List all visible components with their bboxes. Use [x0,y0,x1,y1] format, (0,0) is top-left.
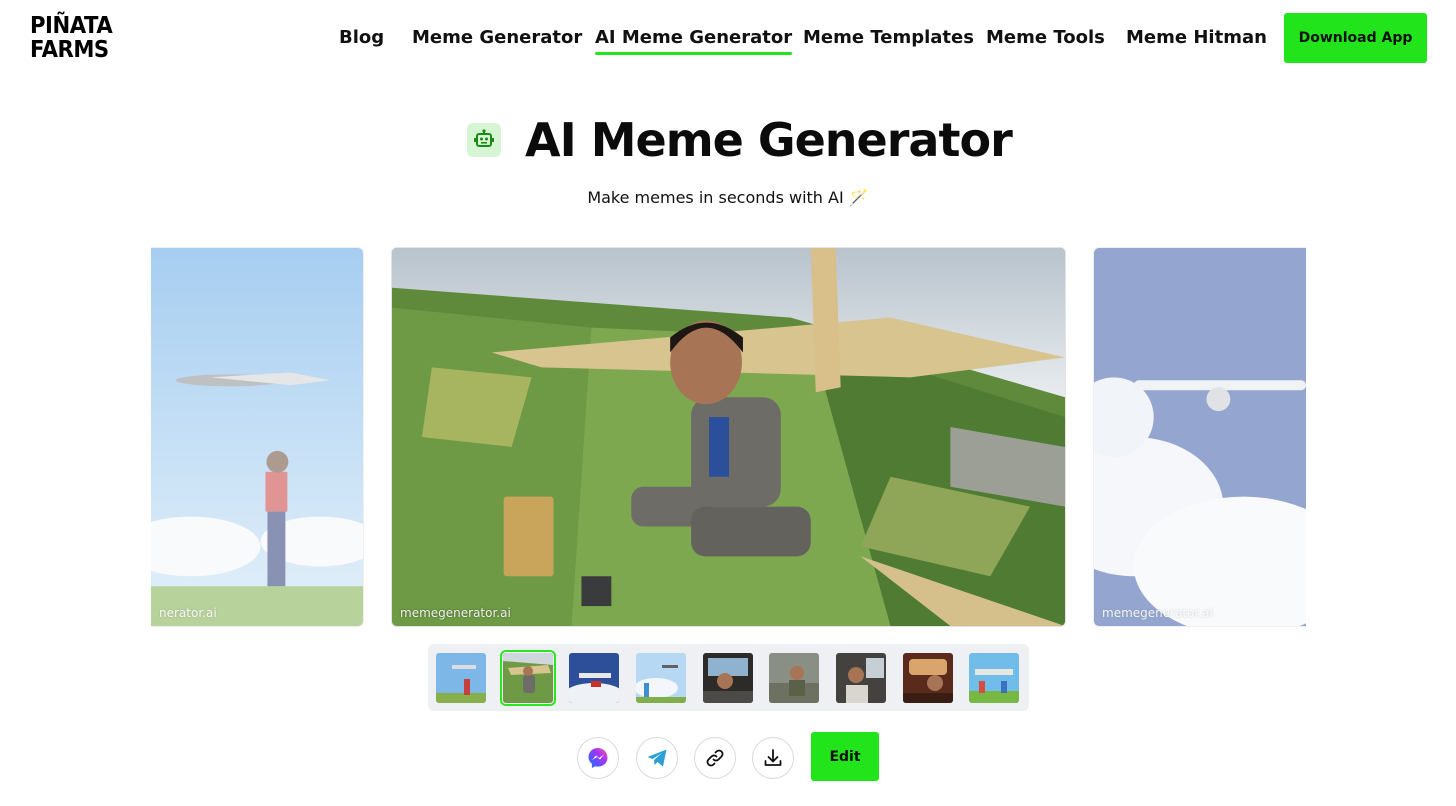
logo-line-1: PIÑATA [30,13,113,39]
nav-item-ai-meme-generator[interactable]: AI Meme Generator [595,26,793,55]
thumbnail-8[interactable] [903,653,953,703]
edit-button[interactable]: Edit [811,732,879,781]
messenger-icon [588,748,608,768]
watermark: nerator.ai [159,606,217,620]
robot-icon [467,123,501,157]
nav-item-meme-hitman[interactable]: Meme Hitman [1126,26,1267,50]
thumbnail-9[interactable] [969,653,1019,703]
carousel-slide-next[interactable]: memegenerator.ai [1093,247,1306,627]
meme-image [392,248,1065,626]
pinata-farms-logo[interactable]: PIÑATA FARMS [30,14,113,62]
download-icon [764,749,782,766]
site-header: PIÑATA FARMS Blog Meme Generator AI Meme… [0,0,1456,80]
logo-line-2: FARMS [30,37,109,63]
download-meme-button[interactable] [752,737,794,779]
thumbnail-1[interactable] [436,653,486,703]
thumbnail-5[interactable] [703,653,753,703]
page-title: AI Meme Generator [525,113,1013,167]
nav-item-meme-generator[interactable]: Meme Generator [412,26,582,50]
download-app-button[interactable]: Download App [1284,13,1427,63]
thumbnail-4[interactable] [636,653,686,703]
thumbnail-strip [428,644,1029,711]
telegram-icon [647,749,667,767]
copy-link-button[interactable] [694,737,736,779]
watermark: memegenerator.ai [1102,606,1213,620]
thumbnail-2[interactable] [500,650,556,706]
meme-image [151,248,363,626]
thumbnail-7[interactable] [836,653,886,703]
thumbnail-6[interactable] [769,653,819,703]
carousel-slide-previous[interactable]: nerator.ai [151,247,364,627]
share-messenger-button[interactable] [577,737,619,779]
nav-item-meme-tools[interactable]: Meme Tools [986,26,1105,50]
share-telegram-button[interactable] [636,737,678,779]
nav-item-blog[interactable]: Blog [339,26,384,50]
thumbnail-3[interactable] [569,653,619,703]
meme-image [1094,248,1306,626]
carousel-slide-current[interactable]: memegenerator.ai [391,247,1066,627]
hero-header: AI Meme Generator [0,112,1456,172]
watermark: memegenerator.ai [400,606,511,620]
link-icon [706,749,724,767]
page-subtitle: Make memes in seconds with AI 🪄 [587,188,869,207]
nav-item-meme-templates[interactable]: Meme Templates [803,26,974,50]
